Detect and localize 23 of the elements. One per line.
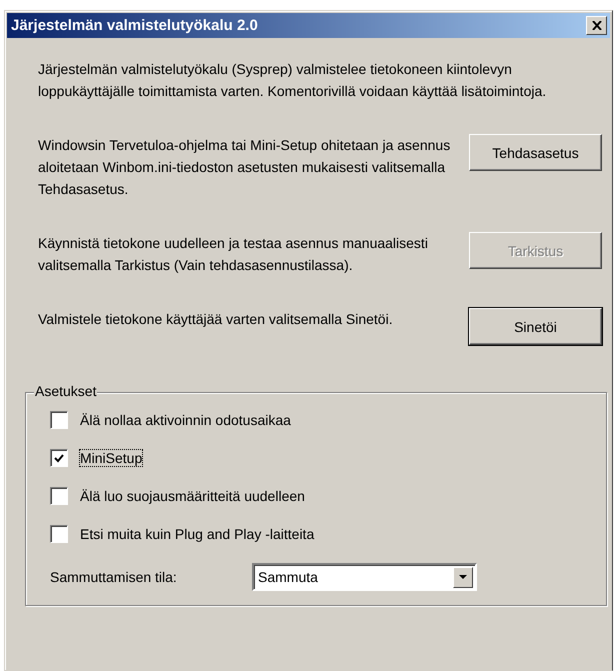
checkbox-label[interactable]: Älä luo suojausmääritteitä uudelleen [80,488,305,504]
checkbox-label[interactable]: Älä nollaa aktivoinnin odotusaikaa [80,412,291,428]
group-title: Asetukset [34,383,98,399]
caret-icon [459,575,467,579]
description-text: Järjestelmän valmistelutyökalu (Sysprep) valmistelee tietokoneen kiintolevyn loppukäyttäjälle toimittamista varten. Komentorivillä voidaan käyttää lisätoimintoja. [38,60,548,101]
section-text: Käynnistä tietokone uudelleen ja testaa asennus manuaalisesti valitsemalla Tarkistus (Vain tehdasasennustilassa). [38,234,429,275]
shutdown-dropdown[interactable]: Sammuta [252,563,477,591]
window-title: Järjestelmän valmistelutyökalu 2.0 [11,17,258,34]
checkbox[interactable] [50,411,68,429]
action-button[interactable]: Tehdasasetus [469,134,602,171]
checkbox-label[interactable]: MiniSetup [80,450,142,466]
checkbox-label[interactable]: Etsi muita kuin Plug and Play -laitteita [80,526,314,542]
checkbox[interactable] [50,449,68,467]
shutdown-label: Sammuttamisen tila: [50,569,178,585]
section-text: Windowsin Tervetuloa-ohjelma tai Mini-Setup ohitetaan ja asennus aloitetaan Winbom.ini-tiedoston asetusten mukaisesti valitsemalla Tehdasasetus. [38,136,452,199]
dropdown-button[interactable] [453,566,473,588]
action-button[interactable]: Sinetöi [469,308,602,345]
check-icon [54,454,64,462]
close-icon [592,21,602,30]
close-button[interactable] [586,16,607,35]
checkbox[interactable] [50,487,68,505]
section-text: Valmistele tietokone käyttäjää varten valitsemalla Sinetöi. [38,310,394,329]
checkbox[interactable] [50,525,68,543]
